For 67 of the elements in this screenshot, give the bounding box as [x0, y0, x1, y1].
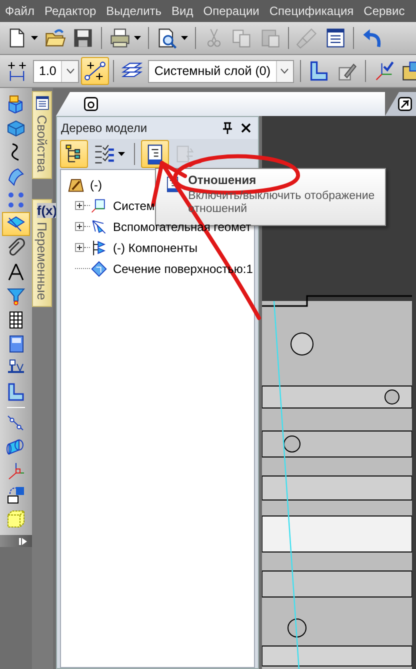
curve-icon	[10, 142, 22, 162]
menu-item[interactable]: Файл	[0, 4, 40, 18]
drawing-document-icon	[396, 95, 414, 113]
toolbar-button[interactable]	[141, 140, 169, 168]
part-document-icon	[82, 95, 100, 113]
section-icon	[90, 260, 108, 278]
copy-icon	[231, 27, 253, 49]
expand-toggle-icon[interactable]	[75, 201, 84, 210]
compass-icon	[6, 262, 26, 282]
panel-title: Дерево модели	[61, 121, 148, 135]
insert-icon	[6, 485, 26, 505]
list-icon	[324, 27, 346, 49]
checklist-icon	[93, 143, 115, 165]
expand-toggle-icon[interactable]	[75, 222, 84, 231]
toolbar-button[interactable]	[60, 140, 88, 168]
brush-icon	[296, 27, 318, 49]
menu-item[interactable]: Вид	[166, 4, 198, 18]
toolbar-button[interactable]	[2, 212, 30, 236]
block-icon	[6, 118, 26, 138]
pin-icon[interactable]	[222, 122, 233, 134]
rebuild-icon	[174, 143, 196, 165]
caret-icon	[31, 36, 38, 40]
undo-icon	[361, 27, 383, 49]
toolbar-button[interactable]	[81, 57, 110, 85]
caret-icon	[118, 152, 125, 156]
tooltip-title: Отношения	[188, 173, 258, 187]
dropdown[interactable]: 1.0	[33, 60, 80, 82]
plane-icon	[6, 214, 26, 234]
paperclip-icon	[6, 238, 26, 258]
menu-item[interactable]: Операции	[198, 4, 264, 18]
coordinate-system-icon	[90, 196, 108, 214]
chevron-icon	[280, 68, 289, 74]
expand-icon[interactable]	[19, 536, 28, 546]
line-segment-icon	[6, 413, 26, 433]
menu-item[interactable]: Спецификация	[264, 4, 359, 18]
dots-icon	[6, 190, 26, 210]
paste-icon	[259, 27, 281, 49]
axes-icon	[6, 461, 26, 481]
box-icon	[400, 60, 416, 82]
dashed-box-icon	[6, 509, 26, 529]
chevron-icon	[66, 68, 75, 74]
profile-icon	[6, 382, 26, 402]
tree-item[interactable]: Систем	[90, 196, 155, 214]
magnifier-icon	[156, 27, 178, 49]
sketch-icon	[308, 60, 330, 82]
folder-icon	[44, 27, 66, 49]
funnel-icon	[6, 286, 26, 306]
document-tab[interactable]	[385, 92, 416, 116]
surface-icon	[6, 166, 26, 186]
dimension-icon	[6, 60, 28, 82]
printer-icon	[109, 27, 131, 49]
auxiliary-geometry-icon	[90, 218, 108, 236]
close-icon[interactable]	[241, 123, 251, 133]
side-tab[interactable]: Свойства	[32, 91, 52, 180]
menu-item[interactable]: Выделить	[101, 4, 167, 18]
cylinder-icon	[6, 437, 26, 457]
caret-icon	[181, 36, 188, 40]
tree-item[interactable]: (-)	[67, 176, 102, 194]
components-icon	[90, 238, 108, 256]
snap-line-icon	[84, 60, 106, 82]
menu-item[interactable]: Редактор	[40, 4, 102, 18]
list-icon	[34, 95, 50, 111]
menu-item[interactable]: Сервис	[358, 4, 410, 18]
dropdown[interactable]: Системный слой (0)	[148, 60, 294, 82]
expand-toggle-icon[interactable]	[75, 243, 84, 252]
caret-icon	[134, 36, 141, 40]
tree-item[interactable]: (-) Компоненты	[90, 238, 198, 256]
